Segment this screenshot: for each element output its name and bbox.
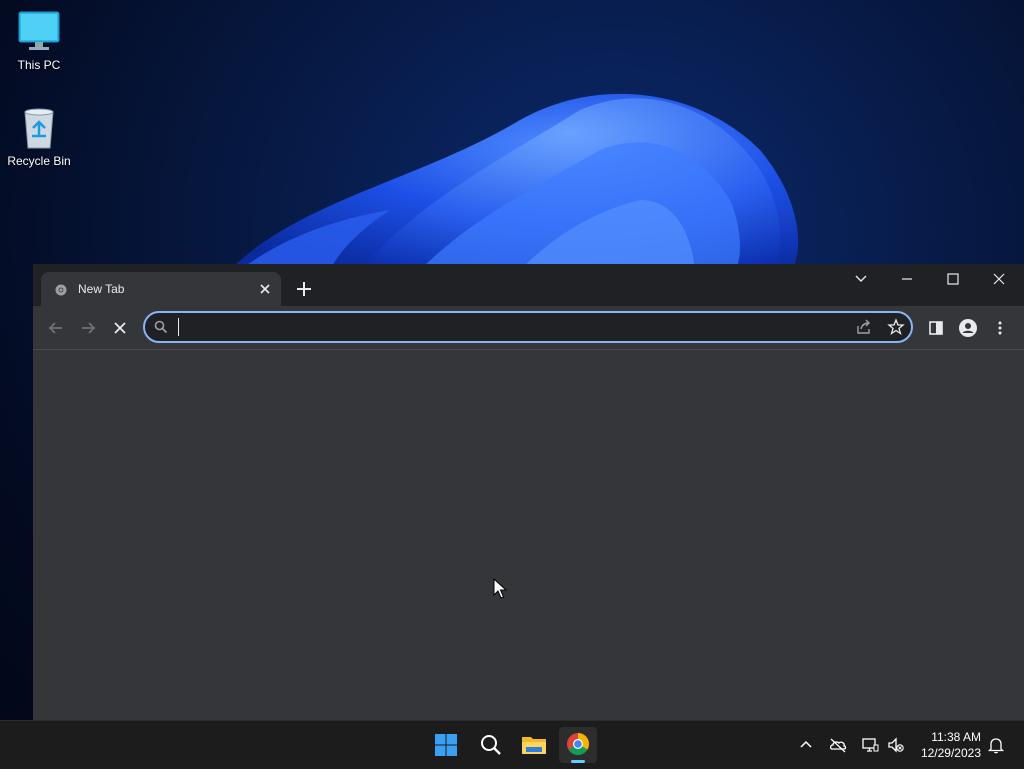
forward-button[interactable] (75, 315, 101, 341)
search-icon (481, 735, 501, 755)
new-tab-button[interactable] (293, 278, 315, 300)
close-icon (114, 322, 126, 334)
kebab-menu-icon (998, 321, 1002, 335)
maximize-icon (947, 273, 959, 285)
stop-loading-button[interactable] (107, 315, 133, 341)
maximize-button[interactable] (930, 264, 976, 294)
arrow-left-icon (48, 322, 62, 334)
close-icon (993, 273, 1005, 285)
back-button[interactable] (43, 315, 69, 341)
chevron-down-icon (855, 275, 867, 282)
side-panel-icon (929, 321, 943, 335)
close-window-button[interactable] (976, 264, 1022, 294)
recycle-bin-icon (17, 106, 61, 150)
browser-toolbar (33, 306, 1024, 350)
tab-strip: New Tab (33, 264, 1024, 306)
profile-button[interactable] (955, 315, 981, 341)
menu-button[interactable] (987, 315, 1013, 341)
network-icon (862, 738, 879, 752)
minimize-button[interactable] (884, 264, 930, 294)
side-panel-button[interactable] (923, 315, 949, 341)
minimize-icon (902, 278, 912, 280)
address-input[interactable] (177, 316, 821, 340)
page-content (33, 350, 1024, 720)
bookmark-star-icon[interactable] (887, 318, 905, 341)
avatar-icon (959, 319, 977, 337)
tab-close-icon[interactable] (257, 281, 273, 297)
desktop-icon-label: Recycle Bin (7, 154, 71, 168)
chrome-taskbar-button[interactable] (559, 727, 597, 763)
speaker-muted-icon (888, 737, 904, 753)
clock-time: 11:38 AM (931, 730, 981, 744)
search-icon (153, 319, 169, 340)
mouse-cursor-icon (493, 578, 507, 599)
chrome-window: New Tab (33, 264, 1024, 720)
tab-search-button[interactable] (838, 264, 884, 294)
tab-title: New Tab (78, 282, 125, 296)
chevron-up-icon (800, 740, 812, 748)
chrome-favicon-icon (55, 283, 67, 296)
start-button[interactable] (427, 727, 465, 763)
tab-new-tab[interactable]: New Tab (41, 272, 281, 306)
bell-icon (987, 738, 1005, 754)
windows-logo-icon (435, 734, 457, 756)
taskbar-search-button[interactable] (471, 727, 509, 763)
cloud-offline-icon (829, 738, 847, 753)
file-explorer-button[interactable] (515, 727, 553, 763)
desktop-icon-this-pc[interactable]: This PC (1, 10, 77, 72)
desktop-icon-label: This PC (17, 58, 61, 72)
clock-date: 12/29/2023 (920, 746, 981, 760)
taskbar: 11:38 AM 12/29/2023 (0, 720, 1024, 769)
monitor-icon (17, 10, 61, 54)
volume-tray-button[interactable] (886, 735, 906, 755)
notifications-button[interactable] (986, 735, 1006, 755)
network-tray-button[interactable] (860, 735, 880, 755)
address-bar[interactable] (143, 311, 913, 343)
clock[interactable]: 11:38 AM 12/29/2023 (921, 729, 981, 761)
onedrive-tray-button[interactable] (828, 735, 848, 755)
desktop-icon-recycle-bin[interactable]: Recycle Bin (1, 106, 77, 168)
share-icon[interactable] (855, 318, 873, 341)
text-caret (178, 318, 179, 336)
arrow-right-icon (82, 322, 96, 334)
show-hidden-icons-button[interactable] (796, 735, 816, 755)
folder-icon (522, 737, 546, 754)
chrome-icon (567, 733, 589, 763)
